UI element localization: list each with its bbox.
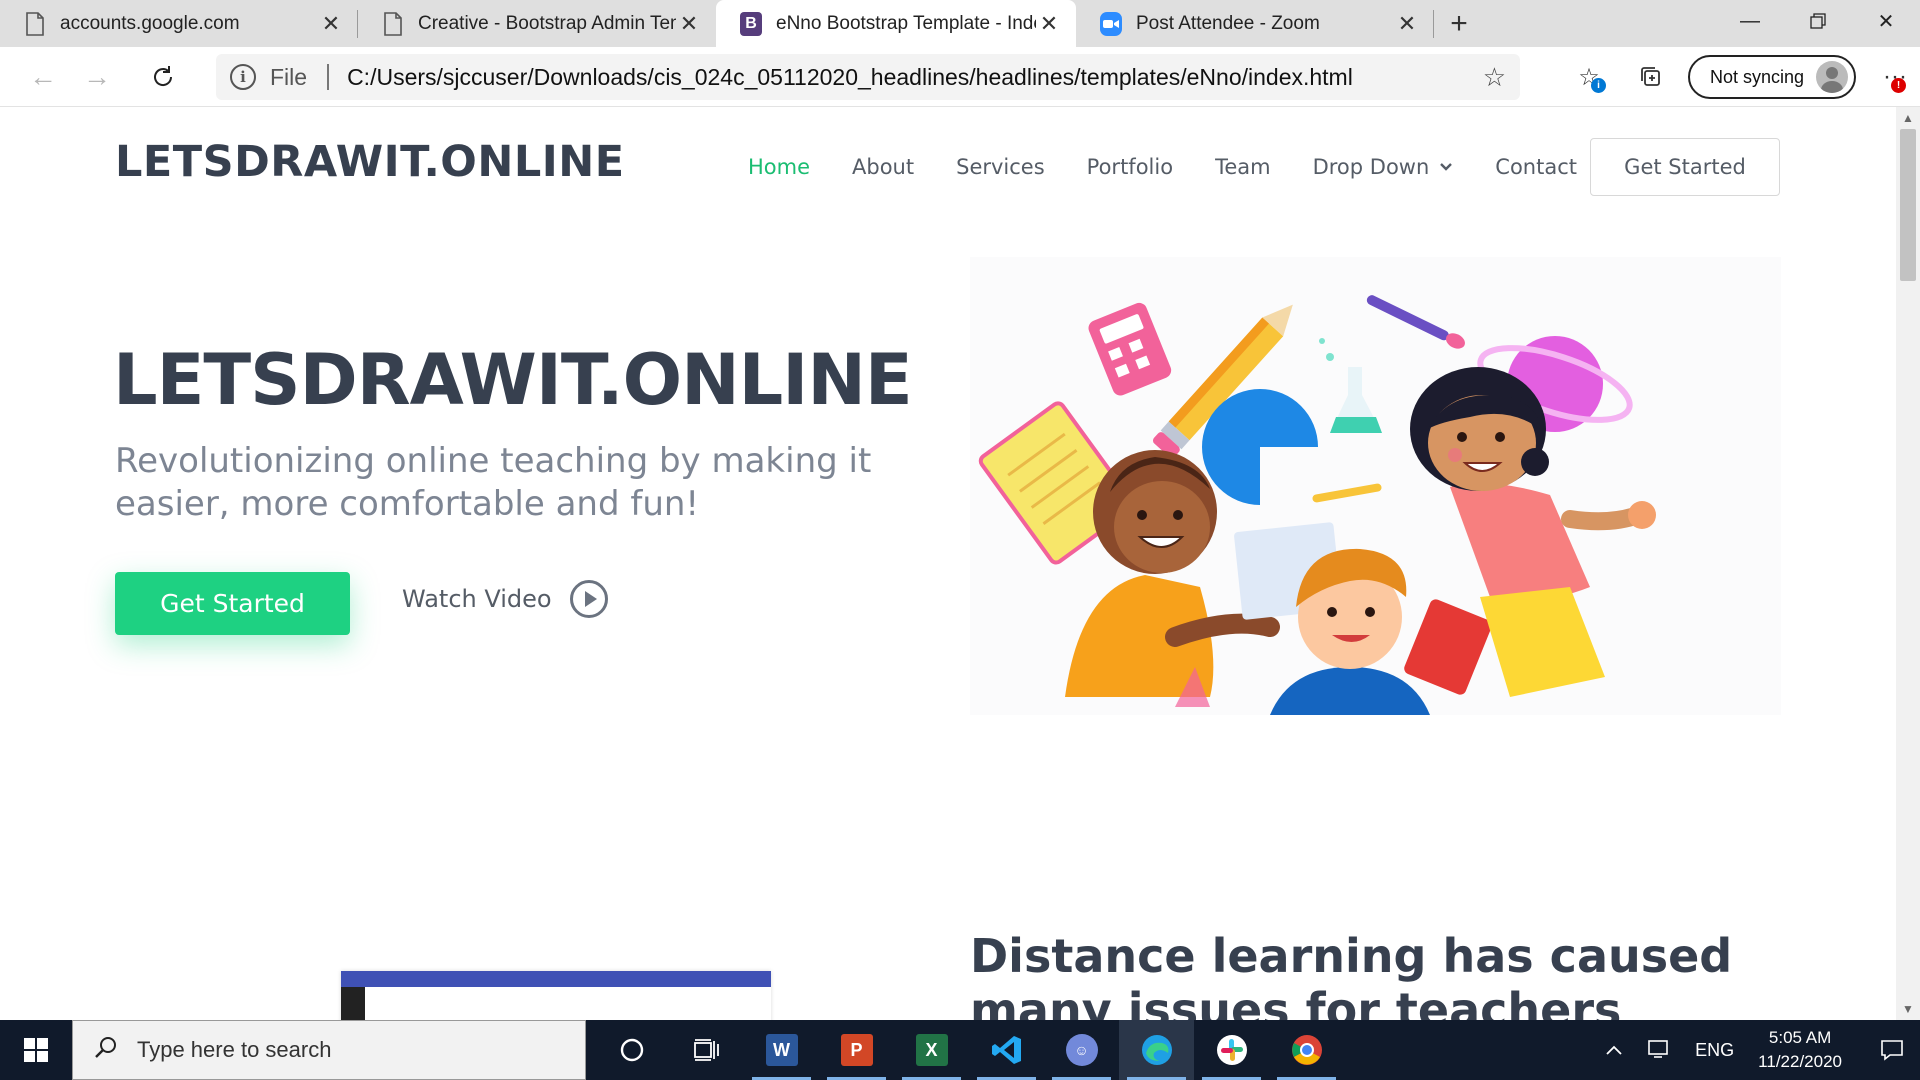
page-icon: [24, 11, 46, 36]
new-tab-plus-icon[interactable]: +: [1434, 0, 1484, 47]
browser-tab-strip: accounts.google.com ✕ Creative - Bootstr…: [0, 0, 1920, 47]
nav-home[interactable]: Home: [748, 155, 810, 179]
sync-label: Not syncing: [1709, 66, 1804, 87]
back-arrow-icon[interactable]: ←: [16, 55, 70, 99]
tab-title: eNno Bootstrap Template - Index: [776, 12, 1036, 34]
window-controls: — ✕: [1716, 0, 1920, 42]
preview-header-bar: [341, 971, 771, 987]
vscode-icon[interactable]: [969, 1020, 1044, 1080]
language-indicator[interactable]: ENG: [1683, 1040, 1746, 1061]
network-icon[interactable]: [1635, 1038, 1683, 1063]
forward-arrow-icon[interactable]: →: [70, 55, 124, 99]
kids-illustration: [978, 295, 1656, 715]
hero-get-started-button[interactable]: Get Started: [115, 572, 350, 635]
profile-sync-button[interactable]: Not syncing: [1687, 55, 1856, 99]
more-menu-icon[interactable]: ···!: [1870, 55, 1920, 99]
discord-icon[interactable]: ☺: [1044, 1020, 1119, 1080]
nav-drop-down[interactable]: Drop Down: [1313, 155, 1454, 179]
nav-drop-down-label: Drop Down: [1312, 155, 1430, 179]
nav-about[interactable]: About: [852, 155, 914, 179]
address-bar[interactable]: i File C:/Users/sjccuser/Downloads/cis_0…: [216, 54, 1520, 100]
omnibox-divider: [327, 64, 330, 90]
clock-date: 11/22/2020: [1758, 1052, 1842, 1071]
header-get-started-button[interactable]: Get Started: [1590, 138, 1780, 196]
watch-video-link[interactable]: Watch Video: [402, 580, 608, 618]
play-icon: [569, 580, 608, 618]
page-icon: [382, 11, 404, 36]
tab-close-icon[interactable]: ✕: [1036, 11, 1062, 37]
nav-contact[interactable]: Contact: [1495, 155, 1577, 179]
site-header: LETSDRAWIT.ONLINE Home About Services Po…: [0, 107, 1896, 207]
excel-icon[interactable]: X: [894, 1020, 969, 1080]
url-text[interactable]: C:/Users/sjccuser/Downloads/cis_024c_051…: [347, 64, 1483, 91]
hero-title: LETSDRAWIT.ONLINE: [113, 339, 913, 421]
edge-icon[interactable]: [1119, 1020, 1194, 1080]
chrome-icon[interactable]: [1269, 1020, 1344, 1080]
toolbar-right: ☆ i Not syncing ···!: [1558, 47, 1920, 107]
tab-title: Post Attendee - Zoom: [1136, 12, 1320, 34]
app-screenshot-preview: [341, 971, 771, 1020]
main-nav: Home About Services Portfolio Team Drop …: [748, 137, 1619, 197]
minimize-icon[interactable]: —: [1716, 0, 1784, 42]
scroll-down-arrow-icon[interactable]: ▼: [1902, 1002, 1914, 1016]
scroll-thumb[interactable]: [1900, 129, 1916, 281]
powerpoint-icon[interactable]: P: [819, 1020, 894, 1080]
word-icon[interactable]: W: [744, 1020, 819, 1080]
nav-portfolio[interactable]: Portfolio: [1087, 155, 1173, 179]
zoom-icon: [1100, 11, 1122, 36]
hero-illustration: [970, 257, 1781, 715]
clock-time: 5:05 AM: [1768, 1028, 1832, 1047]
windows-start-icon[interactable]: [0, 1020, 72, 1080]
browser-toolbar: ← → i File C:/Users/sjccuser/Downloads/c…: [0, 47, 1920, 107]
search-icon: [93, 1035, 119, 1066]
tab-title: Creative - Bootstrap Admin Templ: [418, 12, 676, 34]
slack-icon[interactable]: [1194, 1020, 1269, 1080]
avatar: [1816, 61, 1848, 93]
system-tray: ENG 5:05 AM 11/22/2020: [1593, 1020, 1920, 1080]
browser-tab[interactable]: Creative - Bootstrap Admin Templ ✕: [358, 0, 716, 47]
tab-close-icon[interactable]: ✕: [676, 11, 702, 37]
page-scrollbar[interactable]: ▲ ▼: [1896, 107, 1920, 1020]
task-view-icon[interactable]: [669, 1020, 744, 1080]
bootstrap-icon: B: [740, 11, 762, 36]
watch-video-label: Watch Video: [402, 585, 552, 613]
browser-tab[interactable]: accounts.google.com ✕: [0, 0, 358, 47]
hero-subtitle: Revolutionizing online teaching by makin…: [115, 441, 872, 524]
collections-icon[interactable]: [1620, 55, 1682, 99]
favorite-star-icon[interactable]: ☆: [1483, 62, 1506, 93]
windows-taskbar: Type here to search W P X ☺ ENG 5:05 AM …: [0, 1020, 1920, 1080]
restore-icon[interactable]: [1784, 0, 1852, 42]
scroll-up-arrow-icon[interactable]: ▲: [1902, 111, 1914, 125]
site-logo[interactable]: LETSDRAWIT.ONLINE: [115, 137, 625, 187]
favorites-icon[interactable]: ☆ i: [1558, 55, 1620, 99]
nav-services[interactable]: Services: [956, 155, 1045, 179]
page-viewport: LETSDRAWIT.ONLINE Home About Services Po…: [0, 107, 1896, 1020]
refresh-icon[interactable]: [136, 55, 190, 99]
tab-close-icon[interactable]: ✕: [318, 11, 344, 37]
preview-sidebar: [341, 987, 365, 1020]
cortana-icon[interactable]: [594, 1020, 669, 1080]
scheme-label: File: [270, 63, 308, 90]
info-icon[interactable]: i: [230, 64, 256, 90]
section-title: Distance learning has caused many issues…: [970, 929, 1733, 1020]
close-window-icon[interactable]: ✕: [1852, 0, 1920, 42]
chevron-down-icon: [1439, 158, 1453, 176]
tab-close-icon[interactable]: ✕: [1394, 11, 1420, 37]
search-placeholder: Type here to search: [137, 1037, 332, 1062]
browser-tab[interactable]: Post Attendee - Zoom ✕: [1076, 0, 1434, 47]
clock[interactable]: 5:05 AM 11/22/2020: [1746, 1026, 1864, 1074]
tab-title: accounts.google.com: [60, 12, 240, 34]
browser-tab-active[interactable]: B eNno Bootstrap Template - Index ✕: [716, 0, 1076, 47]
taskbar-search-box[interactable]: Type here to search: [72, 1020, 586, 1080]
notifications-icon[interactable]: [1864, 1039, 1920, 1061]
nav-team[interactable]: Team: [1215, 155, 1271, 179]
chevron-up-icon[interactable]: [1593, 1040, 1635, 1061]
